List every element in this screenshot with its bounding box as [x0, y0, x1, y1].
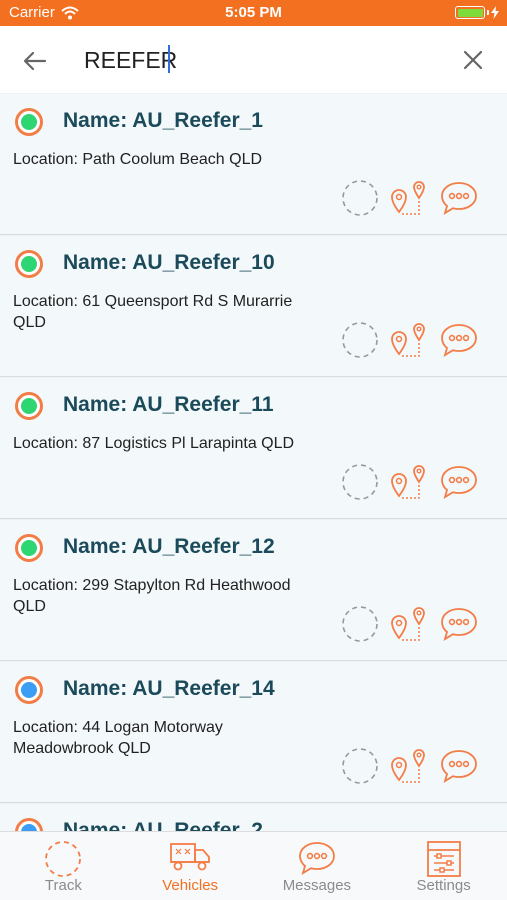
back-arrow-icon[interactable]: [20, 46, 50, 76]
status-bar: Carrier 5:05 PM: [0, 0, 507, 26]
search-input[interactable]: [84, 44, 424, 76]
battery-icon: [455, 6, 485, 19]
vehicle-location: Location: 299 Stapylton Rd Heathwood QLD: [13, 577, 291, 615]
vehicle-actions: [341, 604, 479, 644]
search-bar: [0, 26, 507, 94]
vehicle-location: Location: 61 Queensport Rd S Murarrie QL…: [13, 293, 293, 331]
tab-settings[interactable]: Settings: [380, 832, 507, 900]
charging-icon: [491, 6, 499, 19]
tab-label: Settings: [416, 877, 471, 894]
truck-icon: [170, 843, 211, 871]
message-vehicle-icon[interactable]: [439, 322, 479, 358]
text-caret: [168, 45, 170, 73]
route-icon[interactable]: [389, 746, 429, 786]
vehicle-list[interactable]: Name: AU_Reefer_1 Location: Path Coolum …: [0, 94, 507, 831]
message-vehicle-icon[interactable]: [439, 464, 479, 500]
vehicle-location: Location: Path Coolum Beach QLD: [13, 151, 263, 168]
vehicle-card[interactable]: Name: AU_Reefer_10 Location: 61 Queenspo…: [0, 236, 507, 377]
vehicle-card[interactable]: Name: AU_Reefer_12 Location: 299 Stapylt…: [0, 520, 507, 661]
message-vehicle-icon[interactable]: [439, 606, 479, 642]
vehicle-name: Name: AU_Reefer_10: [63, 251, 275, 274]
chat-icon: [298, 842, 335, 875]
battery-cap: [487, 10, 489, 15]
vehicle-name: Name: AU_Reefer_11: [63, 393, 274, 416]
tab-label: Vehicles: [162, 877, 219, 894]
vehicle-name: Name: AU_Reefer_1: [63, 109, 263, 132]
status-indicator: [15, 818, 43, 831]
vehicle-name: Name: AU_Reefer_2: [63, 819, 263, 831]
track-icon: [45, 841, 82, 877]
vehicle-card[interactable]: Name: AU_Reefer_11 Location: 87 Logistic…: [0, 378, 507, 519]
track-vehicle-icon[interactable]: [341, 179, 379, 217]
vehicle-name: Name: AU_Reefer_14: [63, 677, 275, 700]
vehicle-actions: [341, 320, 479, 360]
vehicle-location: Location: 44 Logan Motorway Meadowbrook …: [13, 719, 223, 757]
track-vehicle-icon[interactable]: [341, 747, 379, 785]
route-icon[interactable]: [389, 462, 429, 502]
message-vehicle-icon[interactable]: [439, 748, 479, 784]
tab-messages[interactable]: Messages: [254, 832, 381, 900]
route-icon[interactable]: [389, 604, 429, 644]
message-vehicle-icon[interactable]: [439, 180, 479, 216]
track-vehicle-icon[interactable]: [341, 321, 379, 359]
route-icon[interactable]: [389, 178, 429, 218]
vehicle-actions: [341, 462, 479, 502]
track-vehicle-icon[interactable]: [341, 605, 379, 643]
track-vehicle-icon[interactable]: [341, 463, 379, 501]
vehicle-actions: [341, 746, 479, 786]
vehicle-card[interactable]: Name: AU_Reefer_14 Location: 44 Logan Mo…: [0, 662, 507, 803]
settings-icon: [426, 841, 461, 877]
tab-label: Track: [44, 877, 82, 894]
close-icon[interactable]: [461, 48, 485, 72]
route-icon[interactable]: [389, 320, 429, 360]
status-indicator: [15, 534, 43, 562]
status-time: 5:05 PM: [225, 4, 282, 21]
status-right: [455, 6, 499, 19]
tab-label: Messages: [282, 877, 352, 894]
vehicle-card[interactable]: Name: AU_Reefer_2: [0, 804, 507, 831]
status-indicator: [15, 676, 43, 704]
tab-vehicles[interactable]: Vehicles: [127, 832, 254, 900]
tab-bar: Track Vehicles Messages Settings: [0, 831, 507, 900]
tab-track[interactable]: Track: [0, 832, 127, 900]
status-indicator: [15, 250, 43, 278]
status-indicator: [15, 108, 43, 136]
status-indicator: [15, 392, 43, 420]
vehicle-location: Location: 87 Logistics Pl Larapinta QLD: [13, 435, 295, 452]
vehicle-name: Name: AU_Reefer_12: [63, 535, 275, 558]
vehicle-card[interactable]: Name: AU_Reefer_1 Location: Path Coolum …: [0, 94, 507, 235]
vehicle-actions: [341, 178, 479, 218]
